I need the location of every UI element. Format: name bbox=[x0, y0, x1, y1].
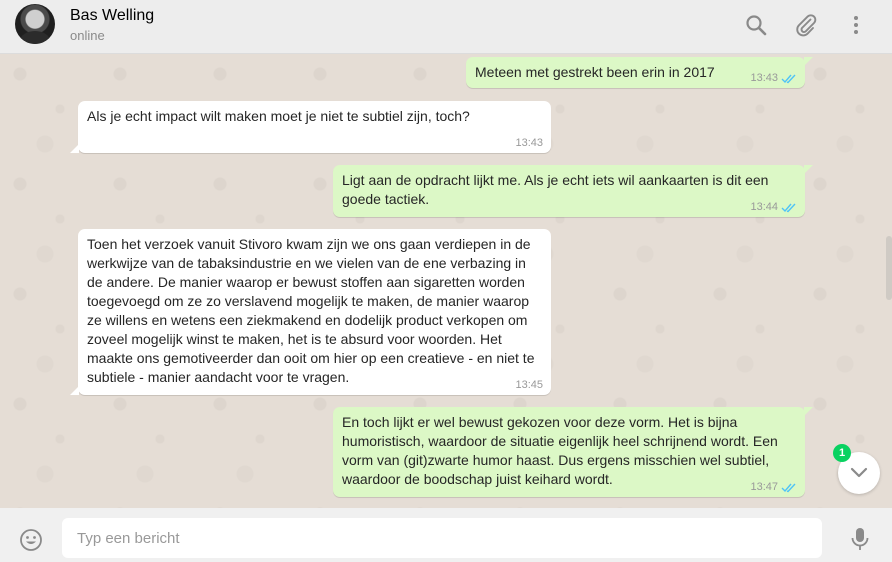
message-meta: 13:43 bbox=[750, 72, 797, 84]
message-input[interactable] bbox=[62, 518, 822, 558]
emoji-icon[interactable] bbox=[19, 528, 43, 552]
menu-icon[interactable] bbox=[844, 13, 868, 37]
message-time: 13:45 bbox=[515, 379, 543, 391]
composer-bar bbox=[0, 508, 892, 562]
message-text: Ligt aan de opdracht lijkt me. Als je ec… bbox=[342, 172, 769, 207]
message-outgoing[interactable]: En toch lijkt er wel bewust gekozen voor… bbox=[333, 407, 813, 497]
message-time: 13:43 bbox=[750, 72, 778, 84]
message-meta: 13:44 bbox=[750, 201, 797, 213]
avatar-silhouette bbox=[20, 31, 50, 44]
paperclip-icon[interactable] bbox=[794, 13, 818, 37]
message-time: 13:44 bbox=[750, 201, 778, 213]
message-meta: 13:43 bbox=[515, 137, 543, 149]
message-time: 13:43 bbox=[515, 137, 543, 149]
message-text: Toen het verzoek vanuit Stivoro kwam zij… bbox=[87, 236, 535, 385]
bubble-tail bbox=[804, 57, 813, 66]
contact-avatar[interactable] bbox=[15, 4, 55, 44]
message-list[interactable]: Meteen met gestrekt been erin in 2017 13… bbox=[0, 54, 892, 508]
contact-name[interactable]: Bas Welling bbox=[70, 7, 154, 25]
message-time: 13:47 bbox=[750, 481, 778, 493]
message-outgoing[interactable]: Meteen met gestrekt been erin in 2017 13… bbox=[466, 57, 813, 88]
message-meta: 13:45 bbox=[515, 379, 543, 391]
message-meta: 13:47 bbox=[750, 481, 797, 493]
message-text: En toch lijkt er wel bewust gekozen voor… bbox=[342, 414, 778, 487]
read-ticks-icon bbox=[781, 483, 796, 492]
bubble-tail bbox=[804, 165, 813, 174]
message-text: Als je echt impact wilt maken moet je ni… bbox=[87, 108, 470, 124]
microphone-icon[interactable] bbox=[848, 526, 872, 552]
scrollbar-thumb[interactable] bbox=[886, 236, 892, 300]
chevron-down-icon bbox=[850, 467, 868, 478]
message-text: Meteen met gestrekt been erin in 2017 bbox=[475, 64, 715, 80]
bubble-tail bbox=[804, 407, 813, 416]
contact-status: online bbox=[70, 28, 105, 43]
bubble-tail bbox=[70, 144, 79, 153]
bubble-tail bbox=[70, 386, 79, 395]
message-incoming[interactable]: Toen het verzoek vanuit Stivoro kwam zij… bbox=[70, 229, 551, 395]
read-ticks-icon bbox=[781, 74, 796, 83]
message-incoming[interactable]: Als je echt impact wilt maken moet je ni… bbox=[70, 101, 551, 153]
unread-count-badge: 1 bbox=[833, 444, 851, 462]
read-ticks-icon bbox=[781, 203, 796, 212]
search-icon[interactable] bbox=[744, 13, 768, 37]
message-outgoing[interactable]: Ligt aan de opdracht lijkt me. Als je ec… bbox=[333, 165, 813, 217]
chat-header: Bas Welling online bbox=[0, 0, 892, 54]
